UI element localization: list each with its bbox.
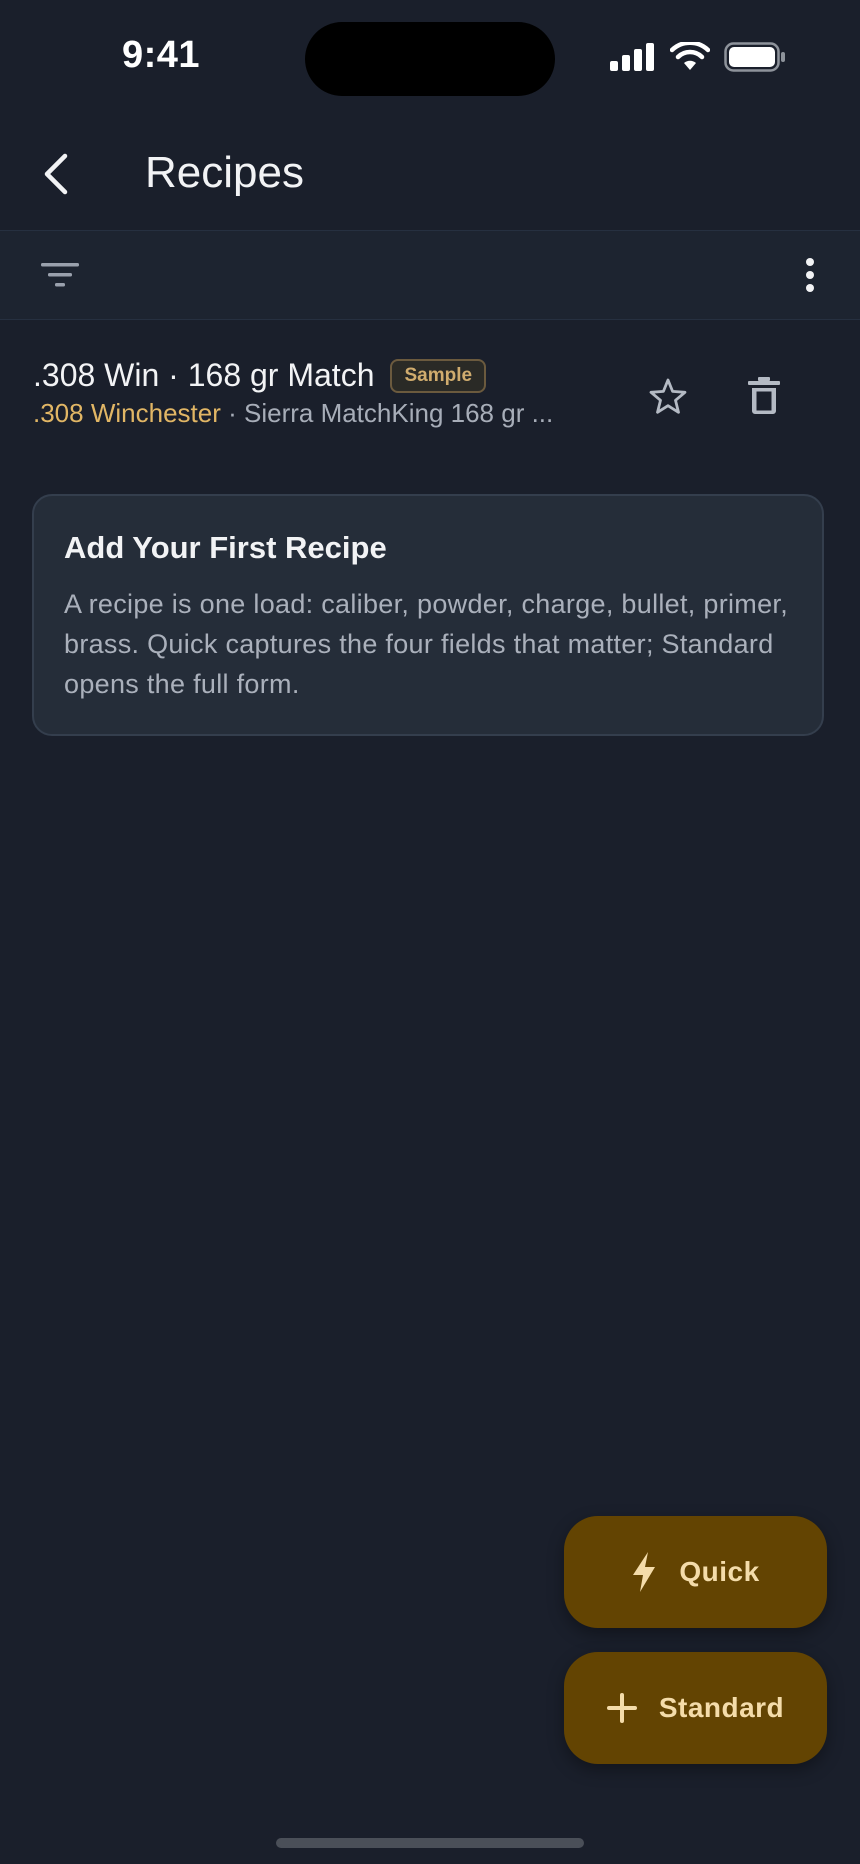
card-body: A recipe is one load: caliber, powder, c…: [64, 589, 789, 699]
filter-icon: [41, 263, 79, 287]
status-icons: [610, 42, 786, 72]
star-outline-icon: [649, 378, 687, 414]
quick-label: Quick: [679, 1556, 760, 1587]
dynamic-island: [305, 22, 555, 96]
app-bar: Recipes: [0, 118, 860, 230]
more-vertical-icon: [806, 258, 814, 292]
recipe-separator: ·: [220, 398, 244, 428]
chevron-left-icon: [44, 153, 68, 195]
recipe-list-item[interactable]: .308 Win · 168 gr Match Sample .308 Winc…: [0, 340, 860, 450]
recipe-bullet: Sierra MatchKing 168 gr ...: [243, 398, 554, 428]
recipe-subtitle: .308 Winchester · Sierra MatchKing 168 g…: [33, 398, 593, 429]
recipe-caliber: .308 Winchester: [33, 398, 221, 428]
battery-icon: [724, 42, 785, 72]
back-button[interactable]: [30, 148, 82, 200]
more-options-button[interactable]: [786, 251, 834, 299]
wifi-icon: [670, 42, 710, 70]
card-title: Add Your First Recipe: [64, 530, 387, 565]
quick-add-button[interactable]: Quick: [564, 1516, 827, 1628]
sample-badge: Sample: [390, 358, 487, 393]
filter-button[interactable]: [36, 253, 84, 297]
signal-icon: [610, 43, 654, 71]
recipe-title-line: .308 Win · 168 gr Match Sample: [33, 357, 487, 394]
standard-add-button[interactable]: Standard: [564, 1652, 827, 1764]
recipe-name: .308 Win · 168 gr Match: [33, 357, 375, 393]
trash-icon: [748, 377, 780, 414]
status-time: 9:41: [122, 34, 201, 76]
status-bar: 9:41: [0, 0, 860, 110]
bolt-icon: [633, 1552, 656, 1592]
home-indicator: [276, 1838, 584, 1848]
favorite-button[interactable]: [642, 370, 694, 422]
list-toolbar: [0, 230, 860, 320]
plus-icon: [606, 1693, 637, 1723]
standard-label: Standard: [658, 1692, 785, 1723]
page-title: Recipes: [145, 148, 304, 197]
first-recipe-card: Add Your First Recipe A recipe is one lo…: [32, 494, 824, 736]
delete-button[interactable]: [738, 370, 790, 422]
